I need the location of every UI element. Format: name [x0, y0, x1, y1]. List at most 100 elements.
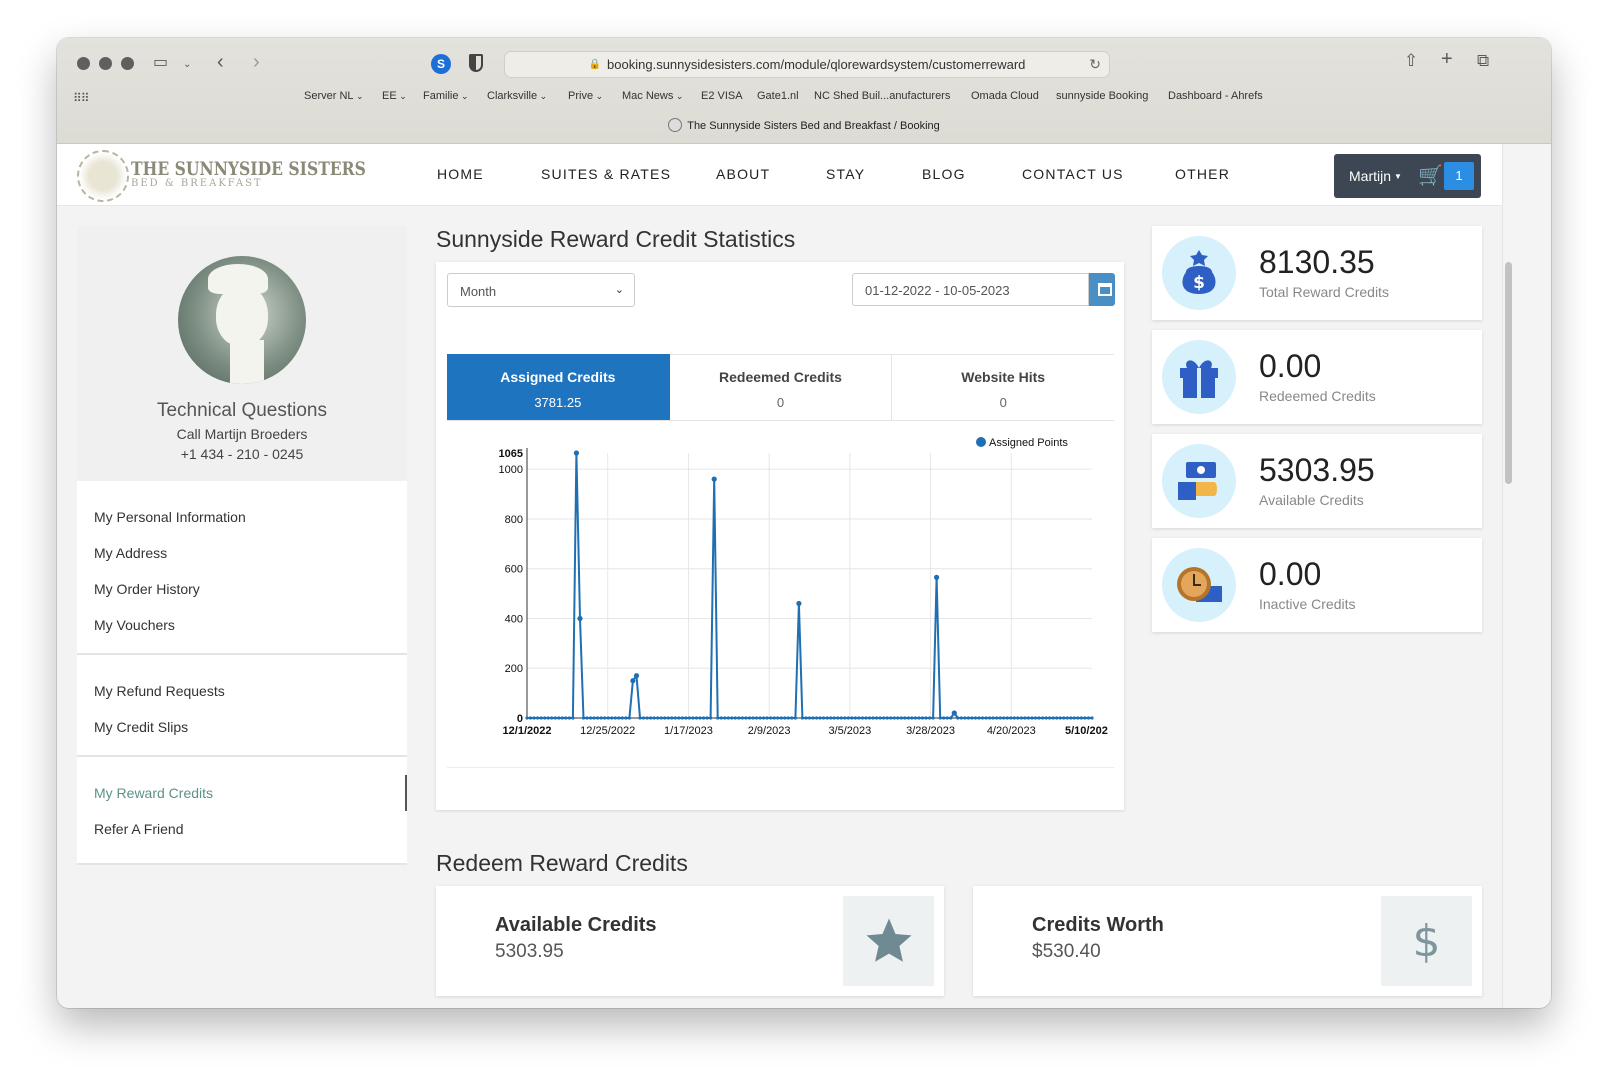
site-logo[interactable]: THE SUNNYSIDE SISTERS BED & BREAKFAST [131, 158, 417, 189]
nav-item-home[interactable]: HOME [437, 166, 484, 182]
logo-emblem-icon[interactable] [77, 150, 129, 202]
assigned-points-chart: 0 200 400 600 800 1000 1065 12/1/2022 12/25/2022… [499, 437, 1108, 737]
nav-item-suites-rates[interactable]: SUITES & RATES [541, 166, 671, 182]
shield-icon[interactable] [469, 54, 483, 72]
bookmark-item[interactable]: Gate1.nl [757, 90, 799, 102]
sidebar-item-my-personal-information[interactable]: My Personal Information [77, 499, 407, 535]
new-tab-icon[interactable]: + [1441, 49, 1453, 69]
bookmarks-bar: Server NL ⌄ EE ⌄ Familie ⌄ Clarksville ⌄ Pri… [57, 90, 1551, 108]
data-point [924, 716, 928, 720]
user-menu-button[interactable]: Martijn ▼ 🛒 1 [1334, 154, 1481, 198]
sidebar-toggle-icon[interactable]: ▭ [153, 55, 168, 71]
data-point [553, 716, 557, 720]
data-point [836, 716, 840, 720]
bookmark-item[interactable]: Dashboard - Ahrefs [1168, 90, 1263, 102]
data-point [723, 716, 727, 720]
data-point [892, 716, 896, 720]
bookmark-folder[interactable]: Familie ⌄ [423, 90, 469, 102]
share-icon[interactable]: ⇧ [1404, 52, 1418, 69]
bookmark-item[interactable]: Familie [423, 90, 458, 102]
bookmark-item[interactable]: Omada Cloud [971, 90, 1039, 102]
bookmark-item[interactable]: Server NL [304, 90, 354, 102]
bookmark-item[interactable]: NC Shed Buil...anufacturers [814, 90, 950, 102]
data-point [656, 716, 660, 720]
address-bar[interactable]: 🔒 booking.sunnysidesisters.com/module/ql… [504, 51, 1110, 78]
data-point [673, 716, 677, 720]
data-point [1058, 716, 1062, 720]
data-point [677, 716, 681, 720]
data-point [546, 716, 550, 720]
sidebar-item-my-refund-requests[interactable]: My Refund Requests [77, 673, 407, 709]
bookmark-item[interactable]: Prive [568, 90, 593, 102]
cart-icon[interactable]: 🛒 [1418, 163, 1443, 188]
chevron-down-icon[interactable]: ⌄ [183, 57, 191, 73]
summary-card-inactive-credits: 0.00 Inactive Credits [1152, 538, 1482, 632]
profile-contact-name: Call Martijn Broeders [176, 426, 308, 442]
back-icon[interactable]: ‹ [217, 52, 224, 72]
data-point [577, 615, 583, 622]
sidebar-item-my-order-history[interactable]: My Order History [77, 571, 407, 607]
bookmark-item[interactable]: E2 VISA [701, 90, 743, 102]
bookmark-folder[interactable]: Clarksville ⌄ [487, 90, 547, 102]
extension-s-icon[interactable]: S [431, 54, 451, 74]
y-tick-label: 800 [505, 514, 523, 526]
chevron-down-icon: ⌄ [673, 91, 684, 101]
bookmark-folder[interactable]: Mac News ⌄ [622, 90, 683, 102]
forward-icon[interactable]: › [253, 52, 260, 72]
reload-icon[interactable]: ↻ [1089, 56, 1101, 73]
sidebar-item-refer-a-friend[interactable]: Refer A Friend [77, 811, 407, 847]
tab-assigned-credits[interactable]: Assigned Credits 3781.25 [447, 354, 670, 420]
tab-redeemed-credits[interactable]: Redeemed Credits 0 [669, 354, 893, 420]
data-point [1076, 716, 1080, 720]
nav-item-stay[interactable]: STAY [826, 166, 865, 182]
tab-overview-icon[interactable]: ⧉ [1477, 52, 1489, 69]
chart-divider [447, 767, 1114, 768]
sidebar-item-my-vouchers[interactable]: My Vouchers [77, 607, 407, 643]
bookmark-folder[interactable]: Prive ⌄ [568, 90, 603, 102]
data-point [557, 716, 561, 720]
nav-item-blog[interactable]: BLOG [922, 166, 966, 182]
data-point [966, 716, 971, 720]
bookmark-item[interactable]: sunnyside Booking [1056, 90, 1148, 102]
date-range-input[interactable]: 01-12-2022 - 10-05-2023 [852, 273, 1089, 306]
series-line-assigned-points [527, 452, 1092, 719]
scrollbar-thumb[interactable] [1505, 262, 1512, 484]
close-window-button[interactable] [77, 57, 90, 70]
data-point [959, 716, 963, 720]
data-point [560, 716, 564, 720]
active-tab[interactable]: The Sunnyside Sisters Bed and Breakfast … [57, 118, 1551, 132]
available-credits-value: 5303.95 [495, 941, 564, 962]
bookmark-folder[interactable]: EE ⌄ [382, 90, 407, 102]
data-point [684, 716, 688, 720]
caret-down-icon: ▼ [1394, 172, 1402, 181]
nav-item-about[interactable]: ABOUT [716, 166, 770, 182]
period-select[interactable]: Month ⌄ [447, 273, 635, 307]
data-point [1016, 716, 1020, 720]
calendar-button[interactable] [1089, 273, 1115, 306]
data-point [1062, 716, 1066, 720]
bookmark-item[interactable]: Mac News [622, 90, 673, 102]
bookmark-item[interactable]: EE [382, 90, 397, 102]
data-point [1023, 716, 1027, 720]
page-scrollbar[interactable] [1502, 144, 1551, 1008]
sidebar-item-my-credit-slips[interactable]: My Credit Slips [77, 709, 407, 745]
data-point [1086, 716, 1091, 720]
data-point [818, 716, 822, 720]
data-point [889, 716, 893, 720]
data-point [1090, 716, 1094, 720]
tab-website-hits[interactable]: Website Hits 0 [892, 354, 1115, 420]
bookmark-folder[interactable]: Server NL ⌄ [304, 90, 364, 102]
data-point [613, 716, 617, 720]
nav-item-contact-us[interactable]: CONTACT US [1022, 166, 1124, 182]
bookmark-item[interactable]: Clarksville [487, 90, 537, 102]
data-point [744, 716, 748, 720]
data-point [779, 716, 783, 720]
sidebar-item-my-address[interactable]: My Address [77, 535, 407, 571]
data-point [920, 716, 925, 720]
data-point [630, 678, 636, 684]
zoom-window-button[interactable] [121, 57, 134, 70]
sidebar-item-my-reward-credits[interactable]: My Reward Credits [77, 775, 407, 811]
data-point [973, 716, 978, 720]
nav-item-other[interactable]: OTHER [1175, 166, 1230, 182]
minimize-window-button[interactable] [99, 57, 112, 70]
